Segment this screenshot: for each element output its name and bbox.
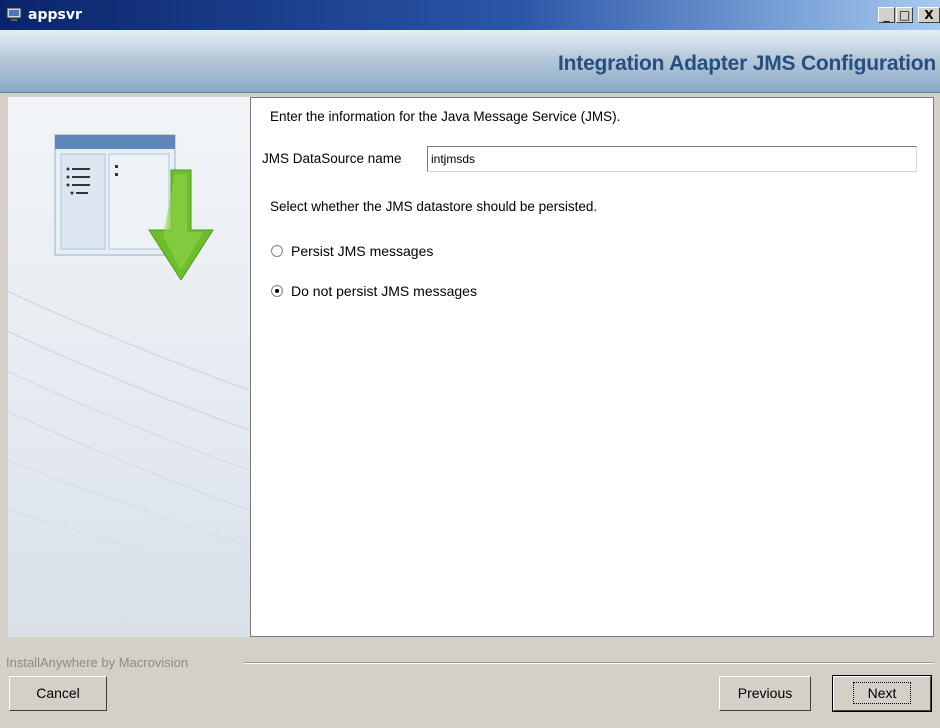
- next-button-label: Next: [852, 682, 912, 704]
- next-button[interactable]: Next: [832, 675, 932, 712]
- persist-option-label: Persist JMS messages: [291, 243, 434, 259]
- installer-window: appsvr _ □ X Integration Adapter JMS Con…: [0, 0, 940, 728]
- title-bar[interactable]: appsvr _ □ X: [0, 0, 940, 30]
- close-button[interactable]: X: [918, 7, 940, 23]
- cancel-button[interactable]: Cancel: [9, 676, 107, 711]
- window-title: appsvr: [28, 7, 82, 23]
- persist-option[interactable]: Persist JMS messages: [271, 243, 433, 259]
- brand-label: InstallAnywhere by Macrovision: [6, 655, 189, 670]
- previous-button[interactable]: Previous: [719, 676, 811, 711]
- content-panel: Enter the information for the Java Messa…: [250, 97, 934, 637]
- no-persist-option[interactable]: Do not persist JMS messages: [271, 283, 477, 299]
- datasource-name-field[interactable]: intjmsds: [427, 146, 917, 172]
- no-persist-option-label: Do not persist JMS messages: [291, 283, 477, 299]
- page-title: Integration Adapter JMS Configuration: [558, 52, 936, 75]
- datasource-label: JMS DataSource name: [262, 151, 402, 166]
- footer-divider: [244, 662, 934, 664]
- app-icon: [6, 7, 22, 21]
- header-banner: Integration Adapter JMS Configuration: [0, 30, 940, 93]
- cancel-button-label: Cancel: [36, 685, 80, 701]
- previous-button-label: Previous: [737, 685, 793, 701]
- maximize-button[interactable]: □: [896, 7, 913, 23]
- left-illustration-panel: [8, 97, 250, 637]
- persist-prompt-text: Select whether the JMS datastore should …: [270, 199, 598, 214]
- minimize-button[interactable]: _: [878, 7, 895, 23]
- radio-no-persist[interactable]: [271, 285, 283, 297]
- install-arrow-icon: [54, 134, 214, 281]
- radio-persist[interactable]: [271, 245, 283, 257]
- intro-text: Enter the information for the Java Messa…: [270, 109, 621, 124]
